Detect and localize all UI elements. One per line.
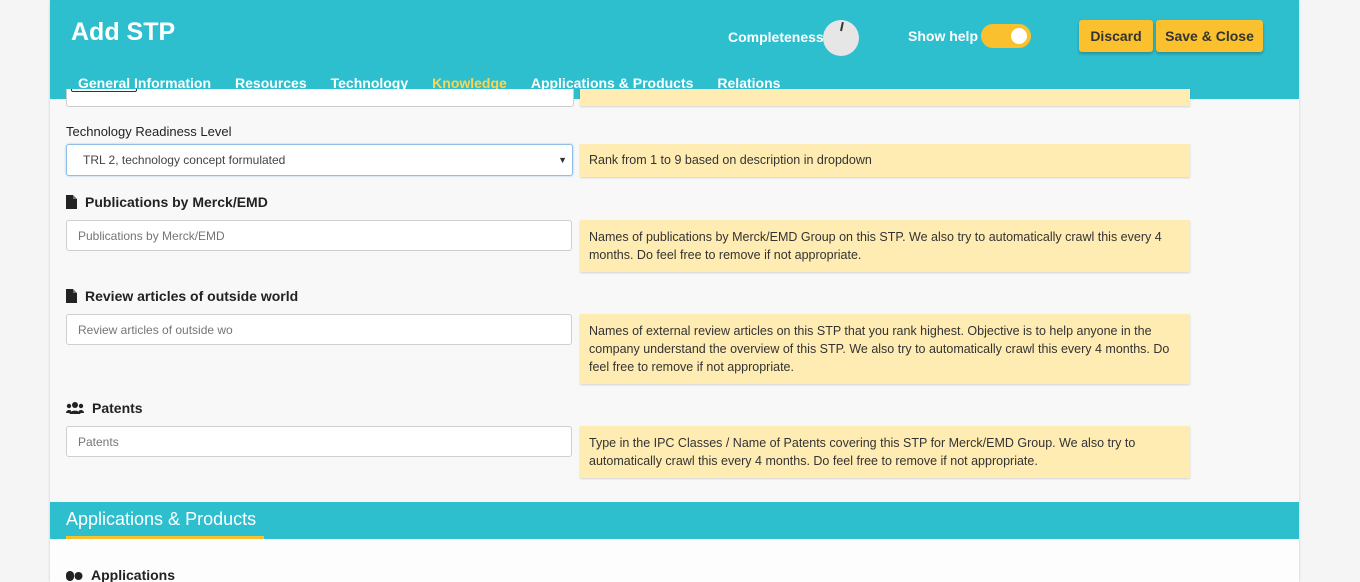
section-title: Applications & Products [66, 509, 257, 529]
page-title: Add STP [71, 18, 176, 46]
trl-label: Technology Readiness Level [66, 124, 232, 139]
show-help-toggle[interactable] [981, 24, 1031, 48]
users-icon [66, 402, 84, 414]
show-help-label: Show help [908, 28, 978, 44]
previous-field-help [580, 89, 1190, 106]
save-close-button[interactable]: Save & Close [1156, 20, 1263, 52]
reviews-input[interactable] [66, 314, 572, 345]
patents-input[interactable] [66, 426, 572, 457]
completeness-pie-chart [823, 20, 859, 56]
reviews-help: Names of external review articles on thi… [580, 314, 1190, 384]
applications-label: Applications [66, 567, 175, 582]
previous-field-input[interactable] [66, 89, 574, 107]
form-content: Technology Readiness Level TRL 2, techno… [50, 89, 1299, 582]
pills-icon [66, 569, 83, 581]
publications-help: Names of publications by Merck/EMD Group… [580, 220, 1190, 272]
trl-help: Rank from 1 to 9 based on description in… [580, 144, 1190, 177]
reviews-label: Review articles of outside world [66, 288, 298, 304]
reviews-label-text: Review articles of outside world [85, 288, 299, 304]
discard-button[interactable]: Discard [1079, 20, 1153, 52]
previous-field-button[interactable] [71, 89, 137, 92]
patents-help: Type in the IPC Classes / Name of Patent… [580, 426, 1190, 478]
publications-label: Publications by Merck/EMD [66, 194, 268, 210]
patents-label-text: Patents [92, 400, 143, 416]
dropdown-arrow-icon: ▼ [558, 155, 567, 165]
trl-select[interactable]: TRL 2, technology concept formulated ▼ [66, 144, 573, 176]
completeness-indicator [840, 21, 844, 32]
applications-label-text: Applications [91, 567, 176, 582]
applications-products-section-body: Applications [50, 539, 1299, 582]
header-bar: Add STP Completeness Show help Discard S… [50, 0, 1299, 99]
applications-products-section-header: Applications & Products [50, 502, 1299, 539]
toggle-knob [1011, 28, 1027, 44]
file-icon [66, 195, 77, 209]
completeness-label: Completeness [728, 29, 824, 45]
file-icon [66, 289, 77, 303]
patents-label: Patents [66, 400, 143, 416]
publications-label-text: Publications by Merck/EMD [85, 194, 268, 210]
trl-selected-value: TRL 2, technology concept formulated [83, 153, 286, 167]
add-stp-dialog: Add STP Completeness Show help Discard S… [50, 0, 1299, 582]
publications-input[interactable] [66, 220, 572, 251]
